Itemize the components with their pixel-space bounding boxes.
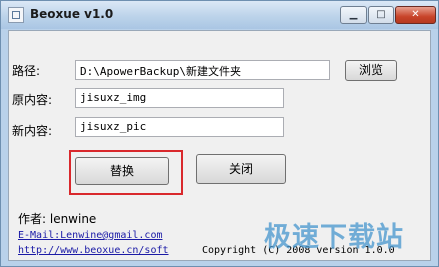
app-icon [8,7,24,23]
email-link[interactable]: E-Mail:Lenwine@gmail.com [18,230,163,241]
original-content-input[interactable]: jisuxz_img [75,88,284,108]
original-content-label: 原内容: [12,93,53,107]
path-label: 路径: [12,64,41,78]
browse-button[interactable]: 浏览 [345,60,397,81]
app-window: Beoxue v1.0 ▁ □ ✕ 路径: D:\ApowerBackup\新建… [0,0,439,267]
title-bar[interactable]: Beoxue v1.0 ▁ □ ✕ [1,1,438,29]
maximize-icon: □ [376,9,386,20]
website-link[interactable]: http://www.beoxue.cn/soft [18,245,169,256]
watermark-logo: 极速下载站 [264,222,404,253]
close-window-button[interactable]: ✕ [395,6,436,24]
path-input[interactable]: D:\ApowerBackup\新建文件夹 [75,60,330,80]
window-title: Beoxue v1.0 [30,7,114,21]
maximize-button[interactable]: □ [368,6,394,24]
minimize-icon: ▁ [349,9,358,20]
author-text: 作者: lenwine [18,212,97,226]
new-content-label: 新内容: [12,124,53,138]
close-icon: ✕ [411,9,420,20]
close-button[interactable]: 关闭 [196,154,286,184]
minimize-button[interactable]: ▁ [340,6,367,24]
replace-button-highlight [69,150,183,195]
new-content-input[interactable]: jisuxz_pic [75,117,284,137]
